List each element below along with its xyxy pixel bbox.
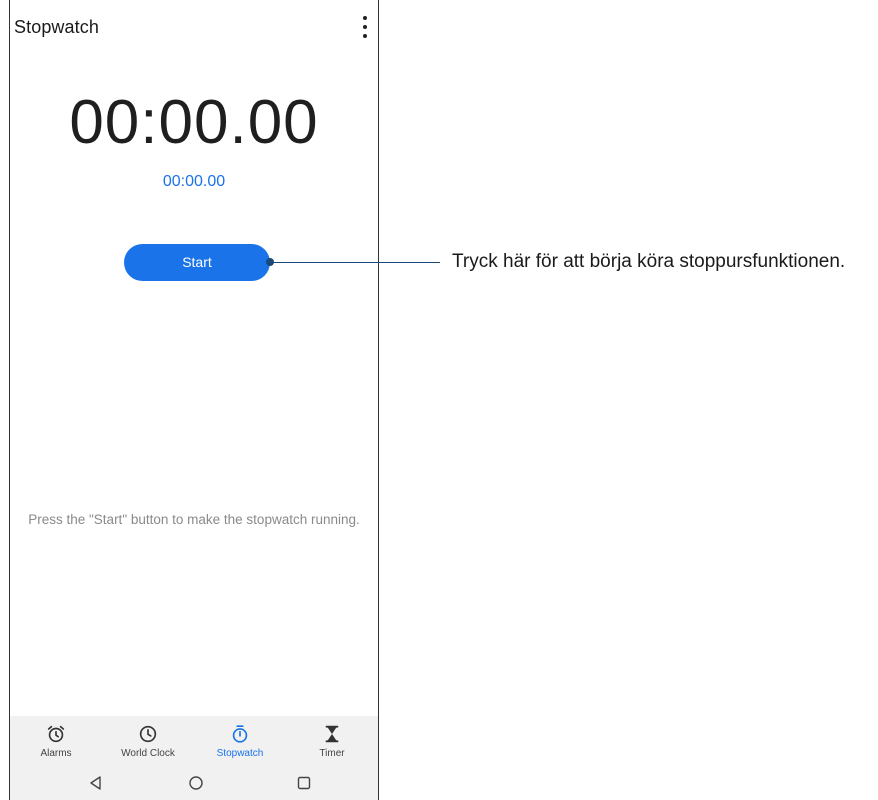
tab-world-clock-label: World Clock <box>121 748 175 759</box>
more-vertical-icon-dot <box>363 25 367 29</box>
home-circle-icon[interactable] <box>186 773 206 793</box>
more-options-button[interactable] <box>358 16 372 38</box>
phone-screen: Stopwatch 00:00.00 00:00.00 Start Press … <box>9 0 379 800</box>
tab-stopwatch-label: Stopwatch <box>216 748 264 759</box>
tab-stopwatch[interactable]: Stopwatch <box>194 716 286 767</box>
more-vertical-icon-dot <box>363 34 367 38</box>
stopwatch-lap-time: 00:00.00 <box>162 173 226 190</box>
back-triangle-icon[interactable] <box>86 773 106 793</box>
alarm-clock-icon <box>47 725 65 743</box>
tab-alarms[interactable]: Alarms <box>10 716 102 767</box>
clock-icon <box>139 725 157 743</box>
stopwatch-main-time: 00:00.00 <box>69 88 319 157</box>
callout-dot <box>266 258 274 266</box>
tab-timer[interactable]: Timer <box>286 716 378 767</box>
more-vertical-icon <box>363 16 367 20</box>
app-title: Stopwatch <box>14 17 99 37</box>
hourglass-icon <box>325 725 339 743</box>
stopwatch-icon <box>232 725 248 743</box>
start-button[interactable]: Start <box>124 244 270 281</box>
tab-alarms-label: Alarms <box>40 748 72 759</box>
callout-line <box>270 262 440 263</box>
bottom-navigation: Alarms World Clock Stopwatch Timer <box>10 716 378 767</box>
system-navigation-bar <box>10 767 378 800</box>
page: Stopwatch 00:00.00 00:00.00 Start Press … <box>0 0 878 800</box>
tab-timer-label: Timer <box>319 748 345 759</box>
app-bar: Stopwatch <box>10 0 378 56</box>
callout-text: Tryck här för att börja köra stoppursfun… <box>452 251 846 272</box>
tab-world-clock[interactable]: World Clock <box>102 716 194 767</box>
hint-text: Press the "Start" button to make the sto… <box>28 512 360 527</box>
recents-square-icon[interactable] <box>294 773 314 793</box>
